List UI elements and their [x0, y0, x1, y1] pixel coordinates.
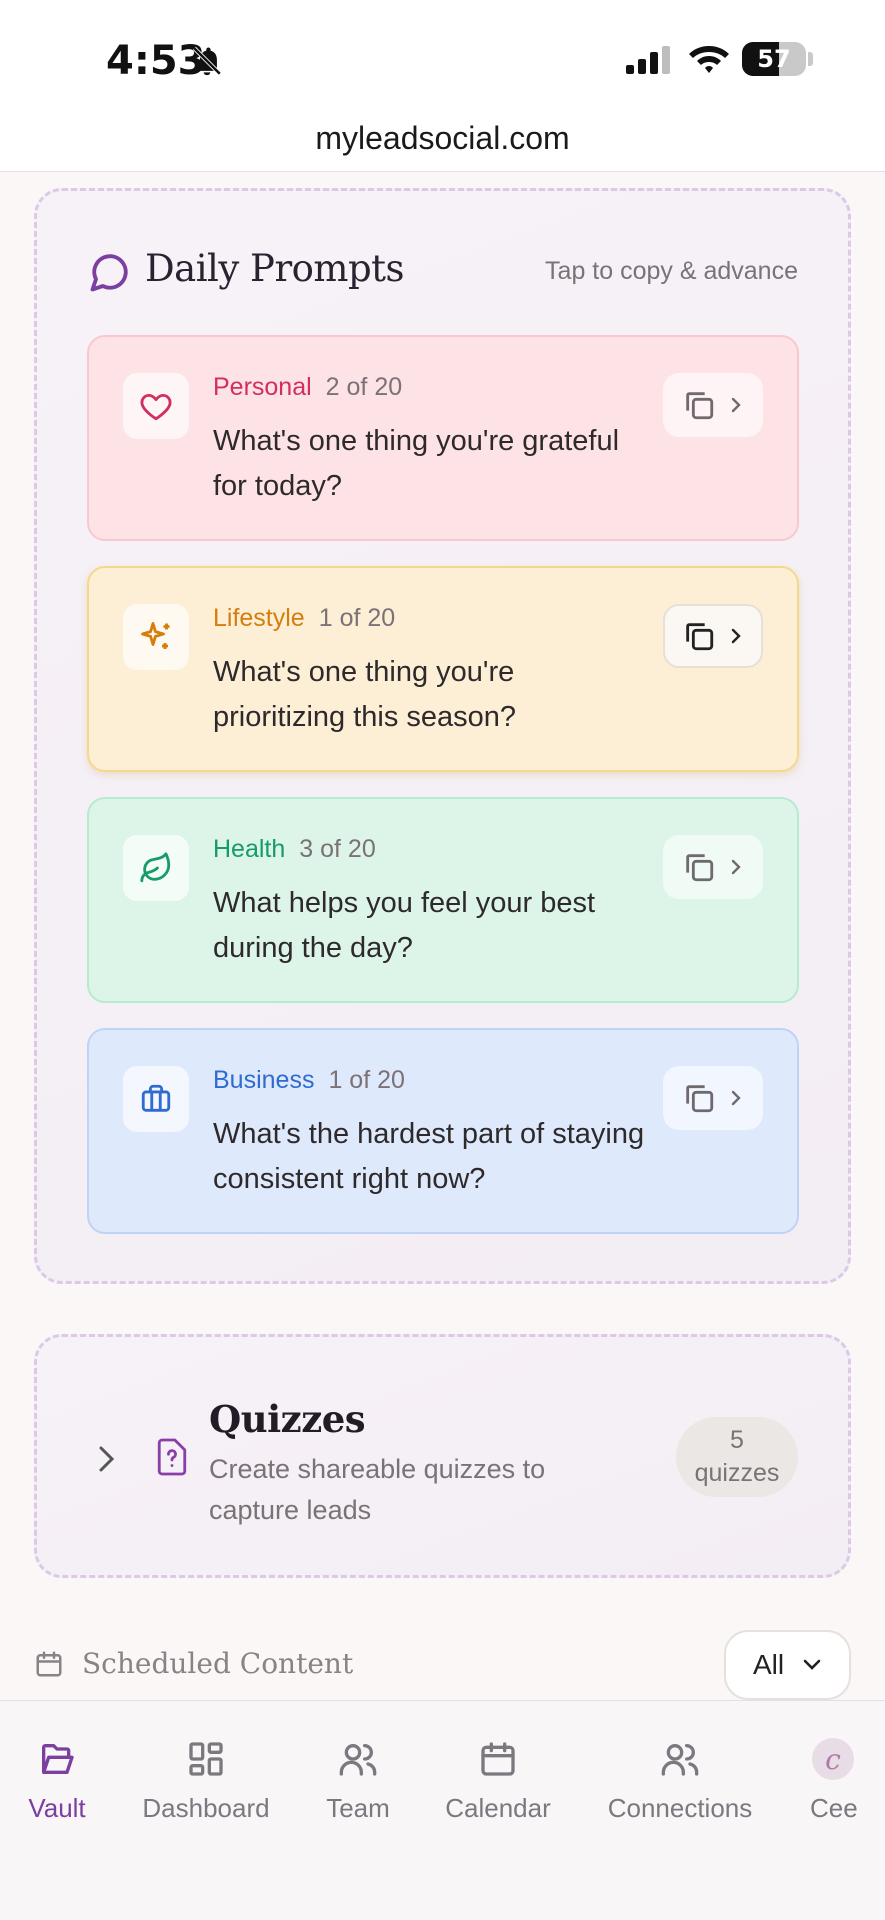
calendar-icon [481, 1742, 515, 1776]
avatar: c [812, 1738, 854, 1780]
nav-label: Cee [810, 1793, 858, 1823]
prompt-text: What helps you feel your best during the… [213, 887, 596, 964]
nav-label: Vault [28, 1793, 86, 1823]
copy-icon [686, 623, 714, 651]
daily-prompts-title: Daily Prompts [145, 247, 405, 290]
chevron-right-icon [731, 628, 741, 644]
nav-item-connections[interactable]: Connections [604, 1735, 756, 1824]
prompt-card-personal[interactable]: Personal 2 of 20 What's one thing you're … [87, 335, 799, 541]
prompt-count: 3 of 20 [299, 835, 376, 863]
nav-label: Dashboard [142, 1793, 270, 1823]
scheduled-filter-select[interactable]: All [724, 1630, 851, 1700]
cellular-signal-icon [626, 46, 670, 74]
nav-item-profile[interactable]: c Cee [806, 1735, 885, 1824]
prompt-card-health[interactable]: Health 3 of 20 What helps you feel your b… [87, 797, 799, 1003]
copy-advance-button[interactable] [663, 1066, 763, 1130]
address-bar[interactable]: myleadsocial.com [0, 108, 885, 172]
file-question-icon [157, 1438, 187, 1476]
leaf-icon [140, 852, 171, 883]
battery-indicator: 57 [742, 42, 806, 76]
prompt-text: What's the hardest part of staying consi… [213, 1118, 645, 1195]
prompt-text: What's one thing you're prioritizing thi… [213, 656, 517, 733]
quizzes-description: Create shareable quizzes to capture lead… [209, 1454, 546, 1525]
scheduled-content-title: Scheduled Content [82, 1647, 354, 1680]
users-icon [661, 1744, 699, 1776]
prompt-count: 1 of 20 [328, 1066, 405, 1094]
nav-label: Calendar [445, 1793, 551, 1823]
prompt-count: 2 of 20 [325, 373, 403, 401]
quizzes-count-badge: 5 quizzes [676, 1417, 798, 1497]
quizzes-count-label: quizzes [694, 1459, 780, 1487]
copy-advance-button[interactable] [663, 604, 763, 668]
chevron-right-icon [731, 859, 741, 875]
nav-item-calendar[interactable]: Calendar [442, 1735, 554, 1824]
bell-off-icon [192, 46, 222, 76]
heart-icon [140, 393, 172, 421]
copy-advance-button[interactable] [663, 835, 763, 899]
users-icon [339, 1744, 377, 1776]
quizzes-count: 5 [730, 1426, 744, 1454]
daily-prompts-hint: Tap to copy & advance [545, 257, 798, 285]
nav-item-team[interactable]: Team [320, 1735, 396, 1824]
prompt-category: Personal [213, 373, 312, 401]
folder-open-icon [42, 1744, 74, 1774]
nav-label: Connections [607, 1793, 753, 1823]
nav-item-dashboard[interactable]: Dashboard [140, 1735, 272, 1824]
prompt-card-business[interactable]: Business 1 of 20 What's the hardest part … [87, 1028, 799, 1234]
prompt-count: 1 of 20 [318, 604, 396, 632]
prompt-card-lifestyle[interactable]: Lifestyle 1 of 20 What's one thing you're… [87, 566, 799, 772]
bottom-nav: Vault Dashboard Team Calendar Connection… [0, 1700, 885, 1920]
battery-level: 57 [757, 45, 791, 73]
chevron-down-icon [803, 1659, 821, 1670]
quizzes-section[interactable]: Quizzes Create shareable quizzes to capt… [34, 1334, 851, 1578]
status-bar: 4:53 57 [0, 0, 885, 108]
main-content: Daily Prompts Tap to copy & advance Pers… [0, 172, 885, 1700]
wifi-icon [689, 46, 729, 73]
sparkles-icon [141, 622, 170, 649]
filter-value: All [752, 1649, 785, 1680]
nav-item-vault[interactable]: Vault [24, 1735, 90, 1824]
briefcase-icon [141, 1084, 171, 1112]
chevron-right-icon [731, 1090, 741, 1106]
quizzes-title: Quizzes [209, 1397, 366, 1441]
copy-icon [686, 1085, 714, 1113]
prompt-category: Lifestyle [213, 604, 305, 632]
copy-advance-button[interactable] [663, 373, 763, 437]
prompt-text: What's one thing you're grateful for tod… [213, 425, 620, 502]
calendar-icon [36, 1651, 62, 1677]
prompt-category: Business [213, 1066, 315, 1094]
nav-label: Team [326, 1793, 390, 1823]
chevron-right-icon [731, 397, 741, 413]
copy-icon [686, 854, 714, 882]
daily-prompts-section: Daily Prompts Tap to copy & advance Pers… [34, 188, 851, 1284]
copy-icon [686, 392, 714, 420]
grid-icon [189, 1742, 223, 1776]
chat-bubble-icon [90, 254, 128, 292]
prompt-category: Health [213, 835, 286, 863]
chevron-right-icon[interactable] [95, 1443, 117, 1475]
